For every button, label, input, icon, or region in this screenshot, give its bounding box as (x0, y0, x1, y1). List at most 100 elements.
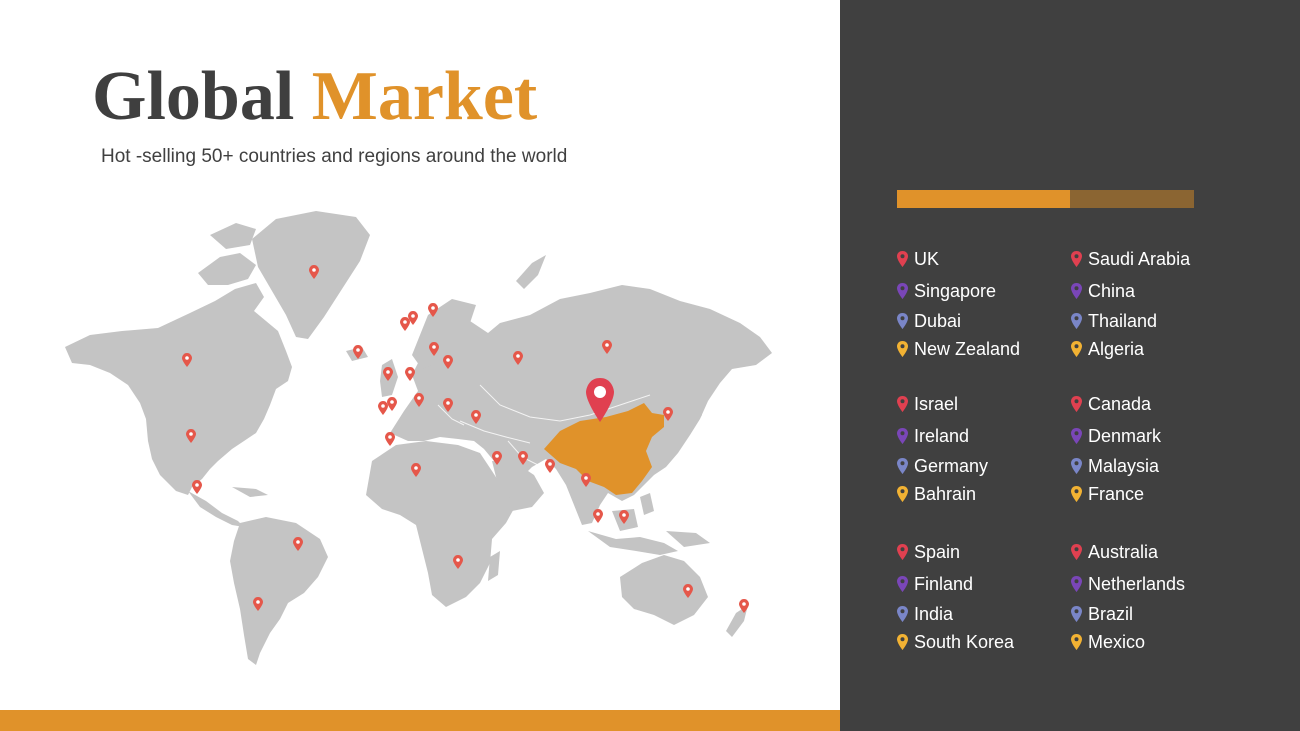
map-pin-icon (1071, 341, 1082, 357)
map-pin-icon (545, 459, 555, 473)
country-name: Mexico (1088, 631, 1146, 652)
map-pin-icon (897, 313, 908, 329)
indonesia (588, 531, 678, 555)
map-pin-icon (1071, 576, 1082, 592)
map-pin-icon (1071, 251, 1082, 267)
south-america (230, 517, 328, 665)
map-pin-icon (897, 486, 908, 502)
map-pin-icon (897, 428, 908, 444)
content-panel: Global Market Hot -selling 50+ countries… (0, 0, 840, 731)
land-masses (65, 211, 772, 665)
country-name: Germany (914, 455, 989, 476)
country-item: Finland (897, 572, 973, 596)
progress-bar-track (1070, 190, 1194, 208)
country-name: Israel (914, 393, 959, 414)
country-name: South Korea (914, 631, 1015, 652)
map-pin-icon (385, 432, 395, 446)
philippines (640, 493, 654, 515)
page-title: Global Market (92, 62, 537, 132)
country-name: Denmark (1088, 425, 1162, 446)
country-item: Germany (897, 454, 988, 478)
map-pin-icon (1071, 486, 1082, 502)
country-item: Singapore (897, 279, 996, 303)
country-item: Ireland (897, 424, 969, 448)
country-item: Australia (1071, 540, 1158, 564)
novaya-zemlya (516, 255, 546, 289)
title-part-market: Market (311, 58, 538, 135)
country-name: Dubai (914, 310, 962, 331)
country-name: Bahrain (914, 483, 977, 504)
map-pin-icon (1071, 458, 1082, 474)
country-item: Spain (897, 540, 960, 564)
country-item: Netherlands (1071, 572, 1185, 596)
country-item: Dubai (897, 309, 961, 333)
map-pin-icon (1071, 606, 1082, 622)
map-pin-icon (897, 576, 908, 592)
new-guinea (666, 531, 710, 547)
country-name: Spain (914, 541, 961, 562)
map-pin-icon (192, 480, 202, 494)
map-pin-icon (1071, 544, 1082, 560)
country-name: New Zealand (914, 338, 1021, 359)
country-item: France (1071, 482, 1144, 506)
map-pin-icon (897, 544, 908, 560)
country-item: Malaysia (1071, 454, 1159, 478)
country-name: Saudi Arabia (1088, 248, 1191, 269)
country-item: Thailand (1071, 309, 1157, 333)
australia (620, 555, 708, 625)
map-pin-icon (1071, 634, 1082, 650)
country-name: Brazil (1088, 603, 1134, 624)
page-subtitle: Hot -selling 50+ countries and regions a… (101, 146, 568, 167)
country-name: Ireland (914, 425, 970, 446)
title-part-global: Global (92, 58, 295, 135)
map-pin-icon (387, 397, 397, 411)
greenland (252, 211, 370, 339)
map-pin-icon (593, 509, 603, 523)
country-item: China (1071, 279, 1135, 303)
map-pin-icon (897, 396, 908, 412)
country-name: India (914, 603, 954, 624)
map-pin-icon (1071, 396, 1082, 412)
country-name: Thailand (1088, 310, 1158, 331)
map-pin-icon (897, 634, 908, 650)
caribbean (232, 487, 268, 497)
map-pin-icon (897, 283, 908, 299)
country-item: UK (897, 247, 939, 271)
map-pin-icon (1071, 283, 1082, 299)
country-name: France (1088, 483, 1145, 504)
country-name: Australia (1088, 541, 1159, 562)
accent-bar (0, 710, 840, 731)
map-pin-icon (378, 401, 388, 415)
progress-bar-fill (897, 190, 1070, 208)
central-america (188, 491, 244, 527)
arctic-islands-2 (210, 223, 256, 249)
country-item: Bahrain (897, 482, 976, 506)
map-pin-icon (897, 251, 908, 267)
country-item: Brazil (1071, 602, 1133, 626)
world-map (65, 211, 772, 665)
country-item: New Zealand (897, 337, 1020, 361)
country-item: Canada (1071, 392, 1151, 416)
country-name: UK (914, 248, 940, 269)
country-name: Netherlands (1088, 573, 1186, 594)
map-pin-icon (1071, 313, 1082, 329)
north-america (65, 283, 292, 495)
country-item: South Korea (897, 630, 1014, 654)
country-panel: UK Saudi Arabia Singapore China Dubai Thailan… (840, 0, 1300, 731)
country-name: Singapore (914, 280, 997, 301)
map-pin-icon (897, 458, 908, 474)
arctic-islands (198, 253, 256, 285)
country-name: Finland (914, 573, 974, 594)
country-item: Algeria (1071, 337, 1144, 361)
map-pin-icon (897, 341, 908, 357)
country-item: India (897, 602, 953, 626)
map-pin-icon (1071, 428, 1082, 444)
country-item: Saudi Arabia (1071, 247, 1190, 271)
country-name: Canada (1088, 393, 1152, 414)
country-item: Denmark (1071, 424, 1161, 448)
map-pin-icon (400, 317, 410, 331)
country-name: China (1088, 280, 1136, 301)
country-name: Algeria (1088, 338, 1145, 359)
country-item: Israel (897, 392, 958, 416)
country-item: Mexico (1071, 630, 1145, 654)
